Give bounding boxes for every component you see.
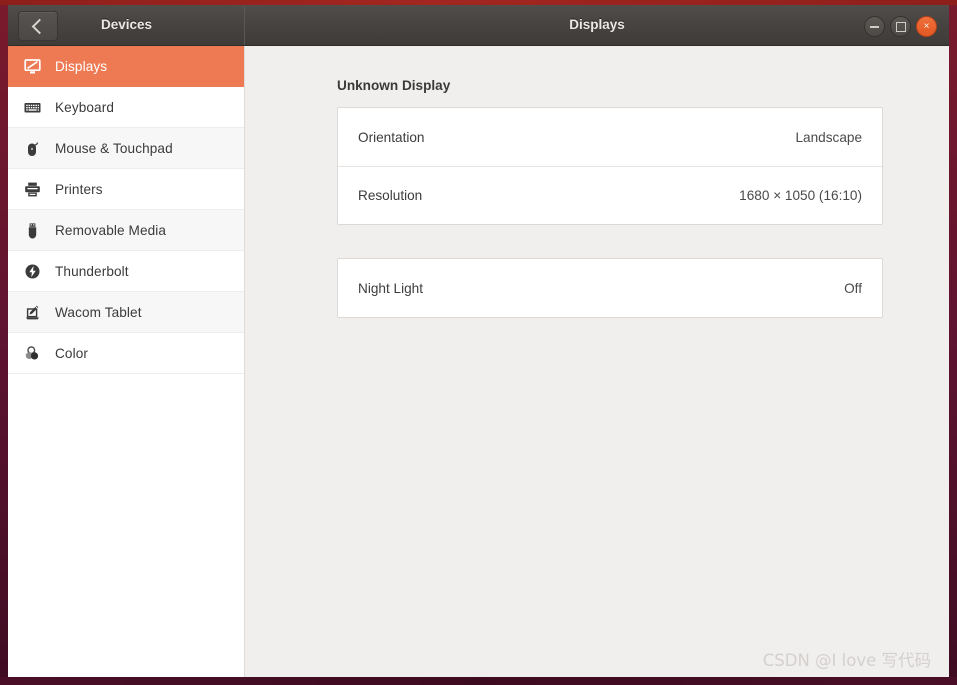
keyboard-icon <box>21 96 43 118</box>
minimize-button[interactable] <box>864 16 885 37</box>
row-value: Landscape <box>795 129 862 145</box>
sidebar-item-label: Color <box>55 345 88 361</box>
sidebar-item-label: Printers <box>55 181 103 197</box>
sidebar-item-printers[interactable]: Printers <box>8 169 244 210</box>
thunderbolt-icon <box>21 260 43 282</box>
sidebar-item-thunderbolt[interactable]: Thunderbolt <box>8 251 244 292</box>
window-border-bottom <box>0 677 957 685</box>
resolution-row[interactable]: Resolution 1680 × 1050 (16:10) <box>338 166 882 224</box>
usb-drive-icon <box>21 219 43 241</box>
display-settings-card: Orientation Landscape Resolution 1680 × … <box>337 107 883 225</box>
maximize-icon <box>896 22 906 32</box>
row-value: Off <box>844 280 862 296</box>
display-icon <box>21 55 43 77</box>
sidebar-item-mouse-touchpad[interactable]: Mouse & Touchpad <box>8 128 244 169</box>
sidebar-item-label: Keyboard <box>55 99 114 115</box>
row-label: Night Light <box>358 280 423 296</box>
sidebar-item-removable-media[interactable]: Removable Media <box>8 210 244 251</box>
sidebar-item-wacom-tablet[interactable]: Wacom Tablet <box>8 292 244 333</box>
close-icon: × <box>923 20 930 32</box>
window-border-right <box>949 0 957 685</box>
wacom-tablet-icon <box>21 301 43 323</box>
title-bar: Devices Displays × <box>8 5 949 46</box>
window-title: Displays <box>569 17 625 32</box>
sidebar-item-label: Mouse & Touchpad <box>55 140 173 156</box>
color-circles-icon <box>21 342 43 364</box>
mouse-icon <box>21 137 43 159</box>
sidebar-item-label: Thunderbolt <box>55 263 129 279</box>
orientation-row[interactable]: Orientation Landscape <box>338 108 882 166</box>
settings-window: Devices Displays × Displays Keyboard Mou… <box>0 0 957 685</box>
row-value: 1680 × 1050 (16:10) <box>739 188 862 203</box>
night-light-card: Night Light Off <box>337 258 883 318</box>
sidebar-item-displays[interactable]: Displays <box>8 46 244 87</box>
row-label: Resolution <box>358 188 423 203</box>
window-body: Displays Keyboard Mouse & Touchpad Print… <box>8 46 949 677</box>
sidebar-title: Devices <box>100 17 153 32</box>
window-border-left <box>0 0 8 685</box>
devices-sidebar: Displays Keyboard Mouse & Touchpad Print… <box>8 46 245 677</box>
minimize-icon <box>870 25 879 28</box>
sidebar-item-color[interactable]: Color <box>8 333 244 374</box>
sidebar-item-label: Displays <box>55 58 108 74</box>
row-label: Orientation <box>358 129 425 145</box>
night-light-row[interactable]: Night Light Off <box>338 259 882 317</box>
sidebar-item-label: Wacom Tablet <box>55 304 142 320</box>
maximize-button[interactable] <box>890 16 911 37</box>
sidebar-item-label: Removable Media <box>55 222 167 238</box>
panel-heading: Unknown Display <box>337 78 451 93</box>
displays-panel: Unknown Display Orientation Landscape Re… <box>245 46 949 677</box>
watermark-text: CSDN @I love 写代码 <box>762 651 931 670</box>
close-button[interactable]: × <box>916 16 937 37</box>
sidebar-item-keyboard[interactable]: Keyboard <box>8 87 244 128</box>
window-controls: × <box>864 16 937 37</box>
printer-icon <box>21 178 43 200</box>
